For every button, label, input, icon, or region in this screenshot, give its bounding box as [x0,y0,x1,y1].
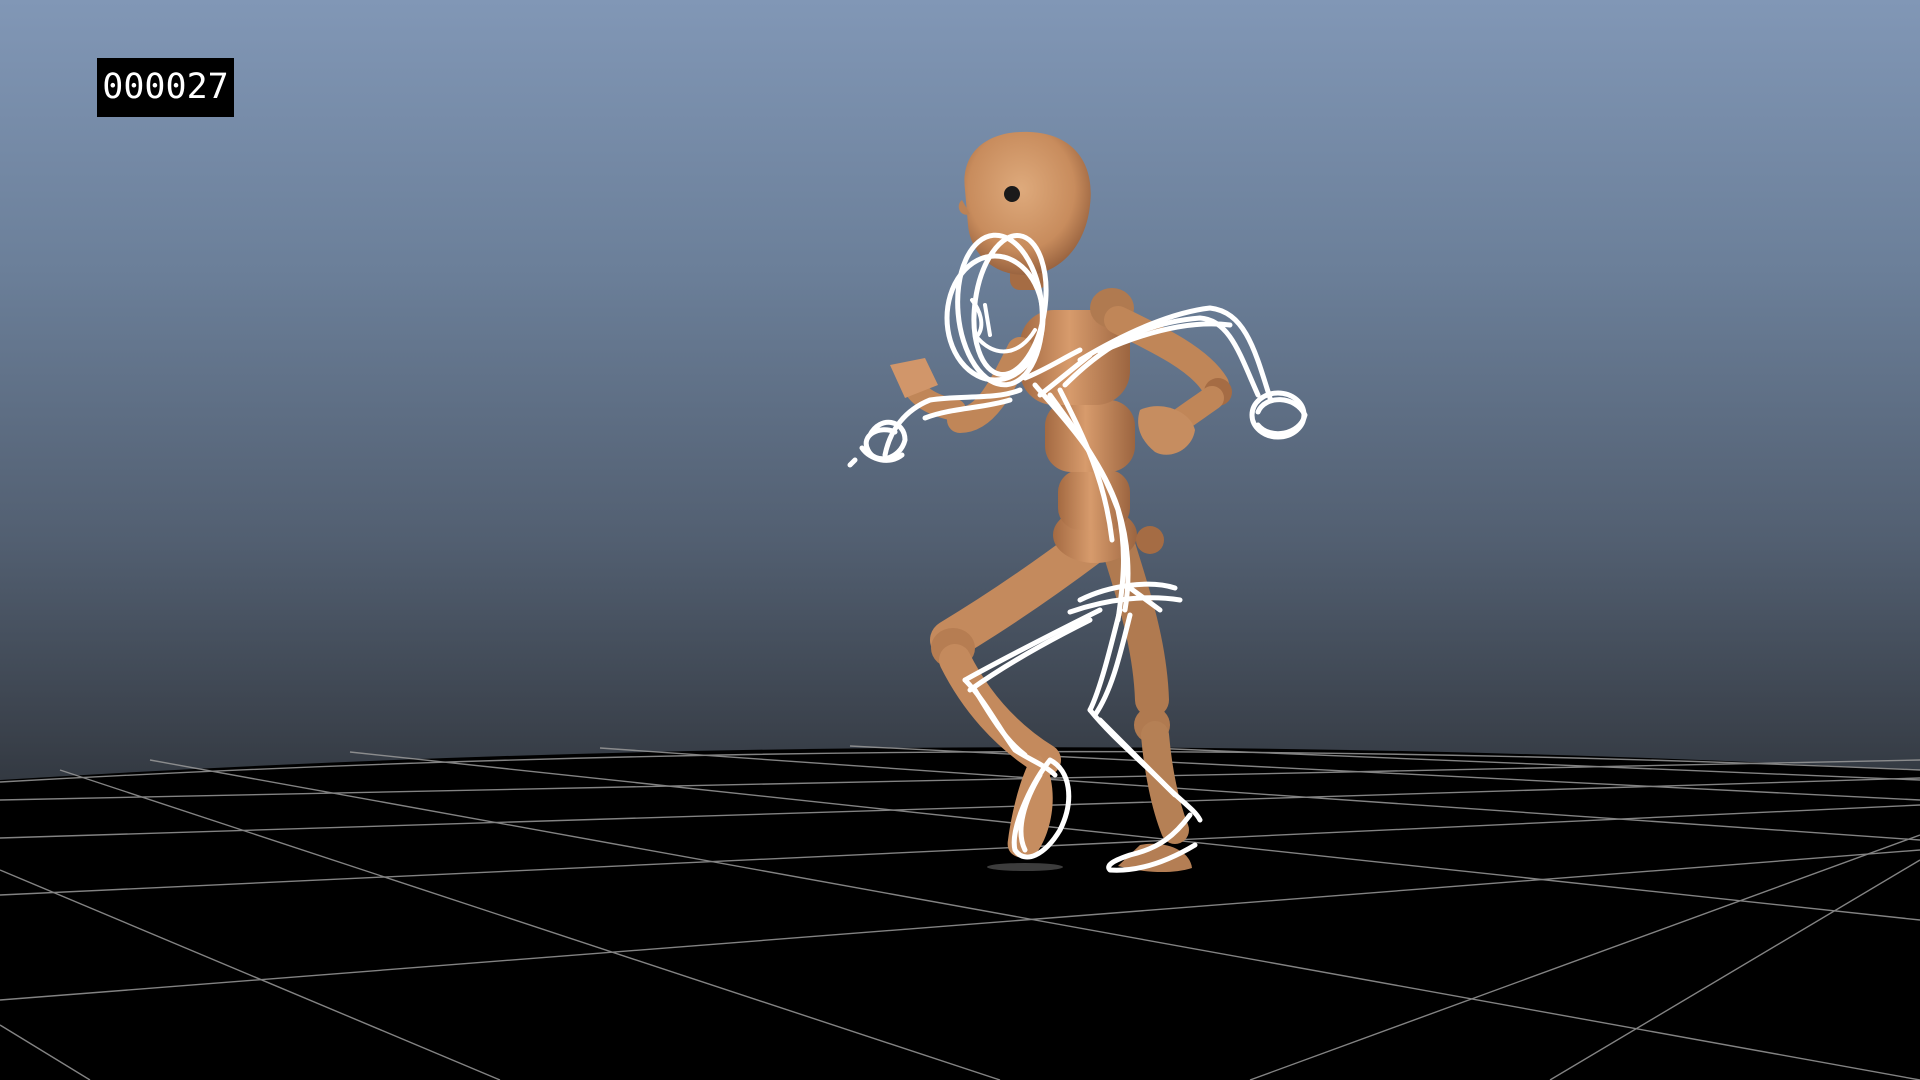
viewport-scene [0,131,1920,1080]
3d-viewport[interactable]: 000027 [0,0,1920,1080]
foot-shadow [987,863,1063,871]
ground-plane [0,747,1920,1080]
frame-counter: 000027 [97,58,234,117]
